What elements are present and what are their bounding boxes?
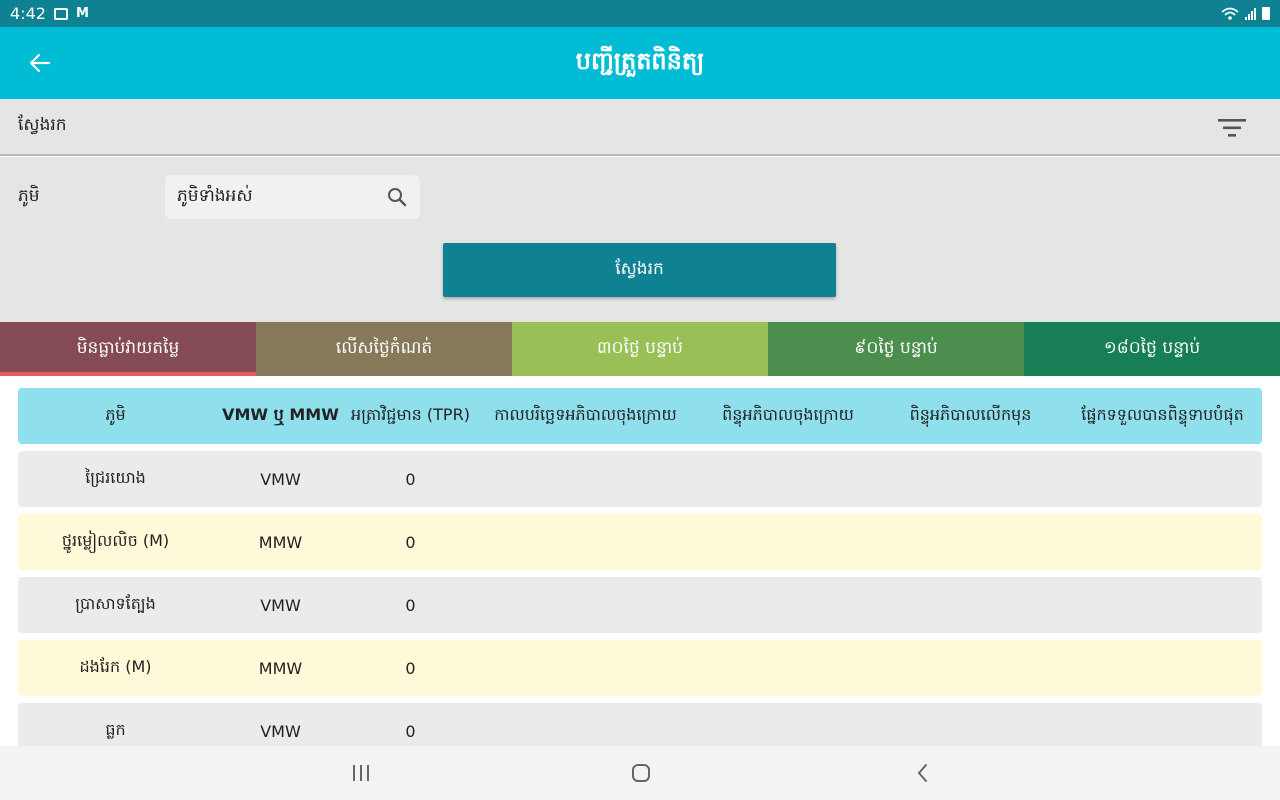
image-notification-icon [53,7,68,20]
search-icon[interactable] [386,186,408,208]
gmail-notification-icon: M [75,6,89,21]
recents-button[interactable] [348,760,374,786]
recents-icon [353,765,369,781]
app-bar: បញ្ជីត្រួតពិនិត្យ [0,27,1280,99]
header-last-supervision-score: ពិន្ទុអភិបាលចុងក្រោយ [722,405,854,424]
tab-overdue[interactable]: លើសថ្ងៃកំណត់ [256,322,512,376]
cell-type: VMW [260,721,301,741]
village-search-input[interactable]: ភូមិទាំងអស់ [165,175,420,219]
table-row[interactable]: ថ្នូរម្លៀលលិច (M) MMW 0 [18,514,1262,570]
chevron-left-icon [917,764,927,782]
status-time: 4:42 [10,4,46,23]
cell-tpr: 0 [405,721,416,741]
search-toggle-label: ស្វែងរក [18,115,67,135]
cell-village: ដងរែក (M) [79,657,152,676]
status-bar: 4:42 M [0,0,1280,27]
search-panel: ភូមិ ភូមិទាំងអស់ ស្វែងរក [0,157,1280,322]
cell-village: ប្រាសាទត្បែង [75,594,156,613]
cell-village: ជ្រៃរយោង [85,468,146,487]
cell-type: VMW [260,469,301,489]
battery-icon [1262,7,1270,20]
signal-icon [1245,7,1256,20]
cell-type: MMW [258,658,303,678]
search-toggle-bar[interactable]: ស្វែងរក [0,99,1280,156]
filter-icon[interactable] [1218,117,1246,139]
tab-bar: មិនធ្លាប់វាយតម្លៃ លើសថ្ងៃកំណត់ ៣០ថ្ងៃ បន… [0,322,1280,376]
village-label: ភូមិ [18,186,40,206]
table-row[interactable]: ជ្រៃរយោង VMW 0 [18,451,1262,507]
system-back-button[interactable] [910,760,936,786]
wifi-icon [1221,7,1239,20]
table-row[interactable]: ដងរែក (M) MMW 0 [18,640,1262,696]
table-header: ភូមិ VMW ឬ MMW អត្រាវិជ្ជមាន (TPR) កាលបរ… [18,388,1262,444]
header-vmw-mmw: VMW ឬ MMW [222,405,339,424]
tab-next-90-days[interactable]: ៩០ថ្ងៃ បន្ទាប់ [768,322,1024,376]
home-icon [632,764,650,782]
tab-next-30-days[interactable]: ៣០ថ្ងៃ បន្ទាប់ [512,322,768,376]
cell-village: ថ្នូរម្លៀលលិច (M) [61,531,170,550]
cell-type: VMW [260,595,301,615]
search-button[interactable]: ស្វែងរក [443,243,836,297]
table-row[interactable]: ប្រាសាទត្បែង VMW 0 [18,577,1262,633]
system-nav-bar [0,746,1280,800]
header-tpr: អត្រាវិជ្ជមាន (TPR) [351,405,470,424]
header-last-supervision-date: កាលបរិច្ឆេទអភិបាលចុងក្រោយ [494,405,677,424]
tab-never-assessed[interactable]: មិនធ្លាប់វាយតម្លៃ [0,322,256,376]
cell-type: MMW [258,532,303,552]
village-search-value: ភូមិទាំងអស់ [177,185,253,206]
cell-tpr: 0 [405,469,416,489]
cell-tpr: 0 [405,658,416,678]
checklist-table: ភូមិ VMW ឬ MMW អត្រាវិជ្ជមាន (TPR) កាលបរ… [18,388,1262,759]
home-button[interactable] [628,760,654,786]
header-previous-supervision-score: ពិន្ទុអភិបាលលើកមុន [909,405,1032,424]
header-lowest-score-section: ផ្នែកទទួលបានពិន្ទុទាបបំផុត [1081,405,1244,424]
cell-village: ធ្លក [105,720,126,739]
arrow-left-icon [29,53,51,73]
header-village: ភូមិ [105,405,126,424]
cell-tpr: 0 [405,532,416,552]
back-button[interactable] [22,45,58,81]
cell-tpr: 0 [405,595,416,615]
tab-next-180-days[interactable]: ១៨០ថ្ងៃ បន្ទាប់ [1024,322,1280,376]
page-title: បញ្ជីត្រួតពិនិត្យ [575,46,705,75]
